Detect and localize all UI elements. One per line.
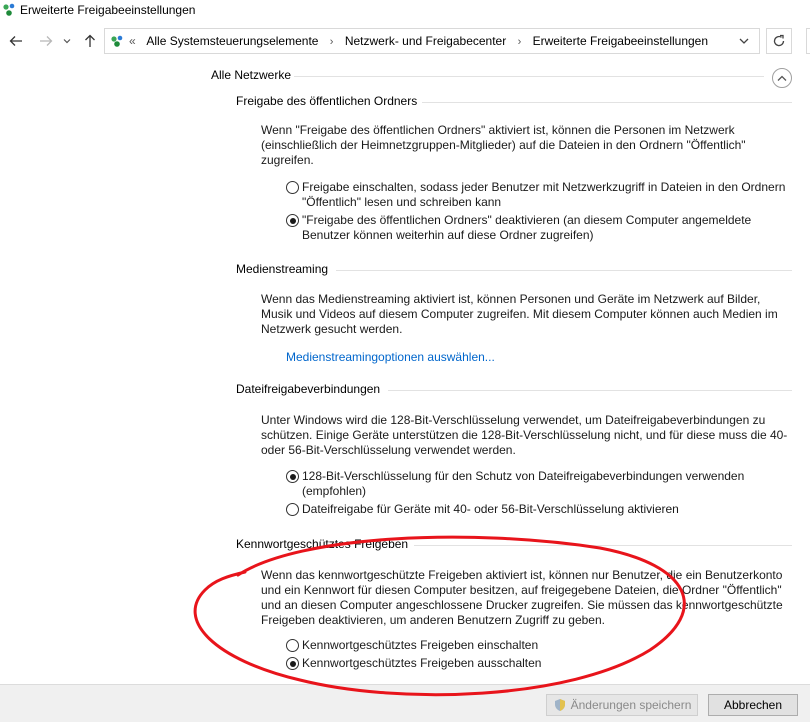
divider [414,545,792,546]
section-description: Wenn "Freigabe des öffentlichen Ordners"… [261,123,746,167]
chevron-right-icon[interactable]: › [518,36,522,48]
radio-label[interactable]: "Freigabe des öffentlichen Ordners" deak… [302,213,802,243]
radio-label[interactable]: 128-Bit-Verschlüsselung für den Schutz v… [302,469,802,499]
recent-locations-button[interactable] [60,31,74,51]
collapse-button[interactable] [772,68,792,88]
media-streaming-options-link[interactable]: Medienstreamingoptionen auswählen... [286,350,495,364]
radio-label[interactable]: Dateifreigabe für Geräte mit 40- oder 56… [302,502,802,517]
up-button[interactable] [80,31,100,51]
radio-button[interactable] [286,214,299,227]
cancel-label: Abbrechen [723,698,783,712]
chevron-up-icon [777,75,787,81]
refresh-button[interactable] [766,28,792,54]
shield-icon [554,699,565,711]
chevron-right-icon[interactable]: › [330,36,334,48]
arrow-right-icon [40,36,53,46]
radio-label[interactable]: Kennwortgeschütztes Freigeben ausschalte… [302,656,802,671]
chevron-down-icon [739,38,749,44]
breadcrumb: « Alle Systemsteuerungselemente › Netzwe… [129,34,708,48]
radio-label[interactable]: Kennwortgeschütztes Freigeben einschalte… [302,638,802,653]
forward-button[interactable] [36,31,56,51]
address-bar[interactable]: « Alle Systemsteuerungselemente › Netzwe… [104,28,760,54]
section-description: Wenn das kennwortgeschützte Freigeben ak… [261,568,783,627]
breadcrumb-item-network-center[interactable]: Netzwerk- und Freigabecenter [345,34,506,48]
network-icon [111,35,123,47]
window-title: Erweiterte Freigabeeinstellungen [20,3,196,17]
radio-button[interactable] [286,503,299,516]
radio-button[interactable] [286,639,299,652]
group-header: Alle Netzwerke [211,68,292,82]
radio-label[interactable]: Freigabe einschalten, sodass jeder Benut… [302,180,802,210]
section-title-media-streaming: Medienstreaming [236,262,329,276]
refresh-icon [773,34,785,47]
section-description: Unter Windows wird die 128-Bit-Verschlüs… [261,413,788,457]
divider [336,270,792,271]
breadcrumb-item-control-panel[interactable]: Alle Systemsteuerungselemente [146,34,318,48]
back-button[interactable] [6,31,26,51]
settings-content: Alle Netzwerke Freigabe des öffentlichen… [0,58,810,680]
radio-button[interactable] [286,470,299,483]
divider [294,76,764,77]
radio-button[interactable] [286,181,299,194]
chevron-down-icon [63,39,71,44]
save-changes-button[interactable]: Änderungen speichern [546,694,698,716]
footer-bar: Änderungen speichern Abbrechen [0,684,810,722]
title-bar: Erweiterte Freigabeeinstellungen [0,0,810,22]
breadcrumb-overflow[interactable]: « [129,34,136,48]
arrow-up-icon [85,34,95,47]
section-description: Wenn das Medienstreaming aktiviert ist, … [261,292,778,336]
divider [388,390,792,391]
search-box[interactable] [806,28,810,54]
navigation-bar: « Alle Systemsteuerungselemente › Netzwe… [0,24,810,58]
section-title-file-sharing: Dateifreigabeverbindungen [236,382,381,396]
save-changes-label: Änderungen speichern [570,698,692,712]
arrow-left-icon [9,36,22,46]
divider [422,102,792,103]
cancel-button[interactable]: Abbrechen [708,694,798,716]
section-title-public-folder: Freigabe des öffentlichen Ordners [236,94,418,108]
address-dropdown-button[interactable] [739,33,753,49]
radio-button[interactable] [286,657,299,670]
breadcrumb-item-advanced-sharing[interactable]: Erweiterte Freigabeeinstellungen [533,34,708,48]
section-title-password-sharing: Kennwortgeschütztes Freigeben [236,537,409,551]
network-icon [3,3,15,16]
